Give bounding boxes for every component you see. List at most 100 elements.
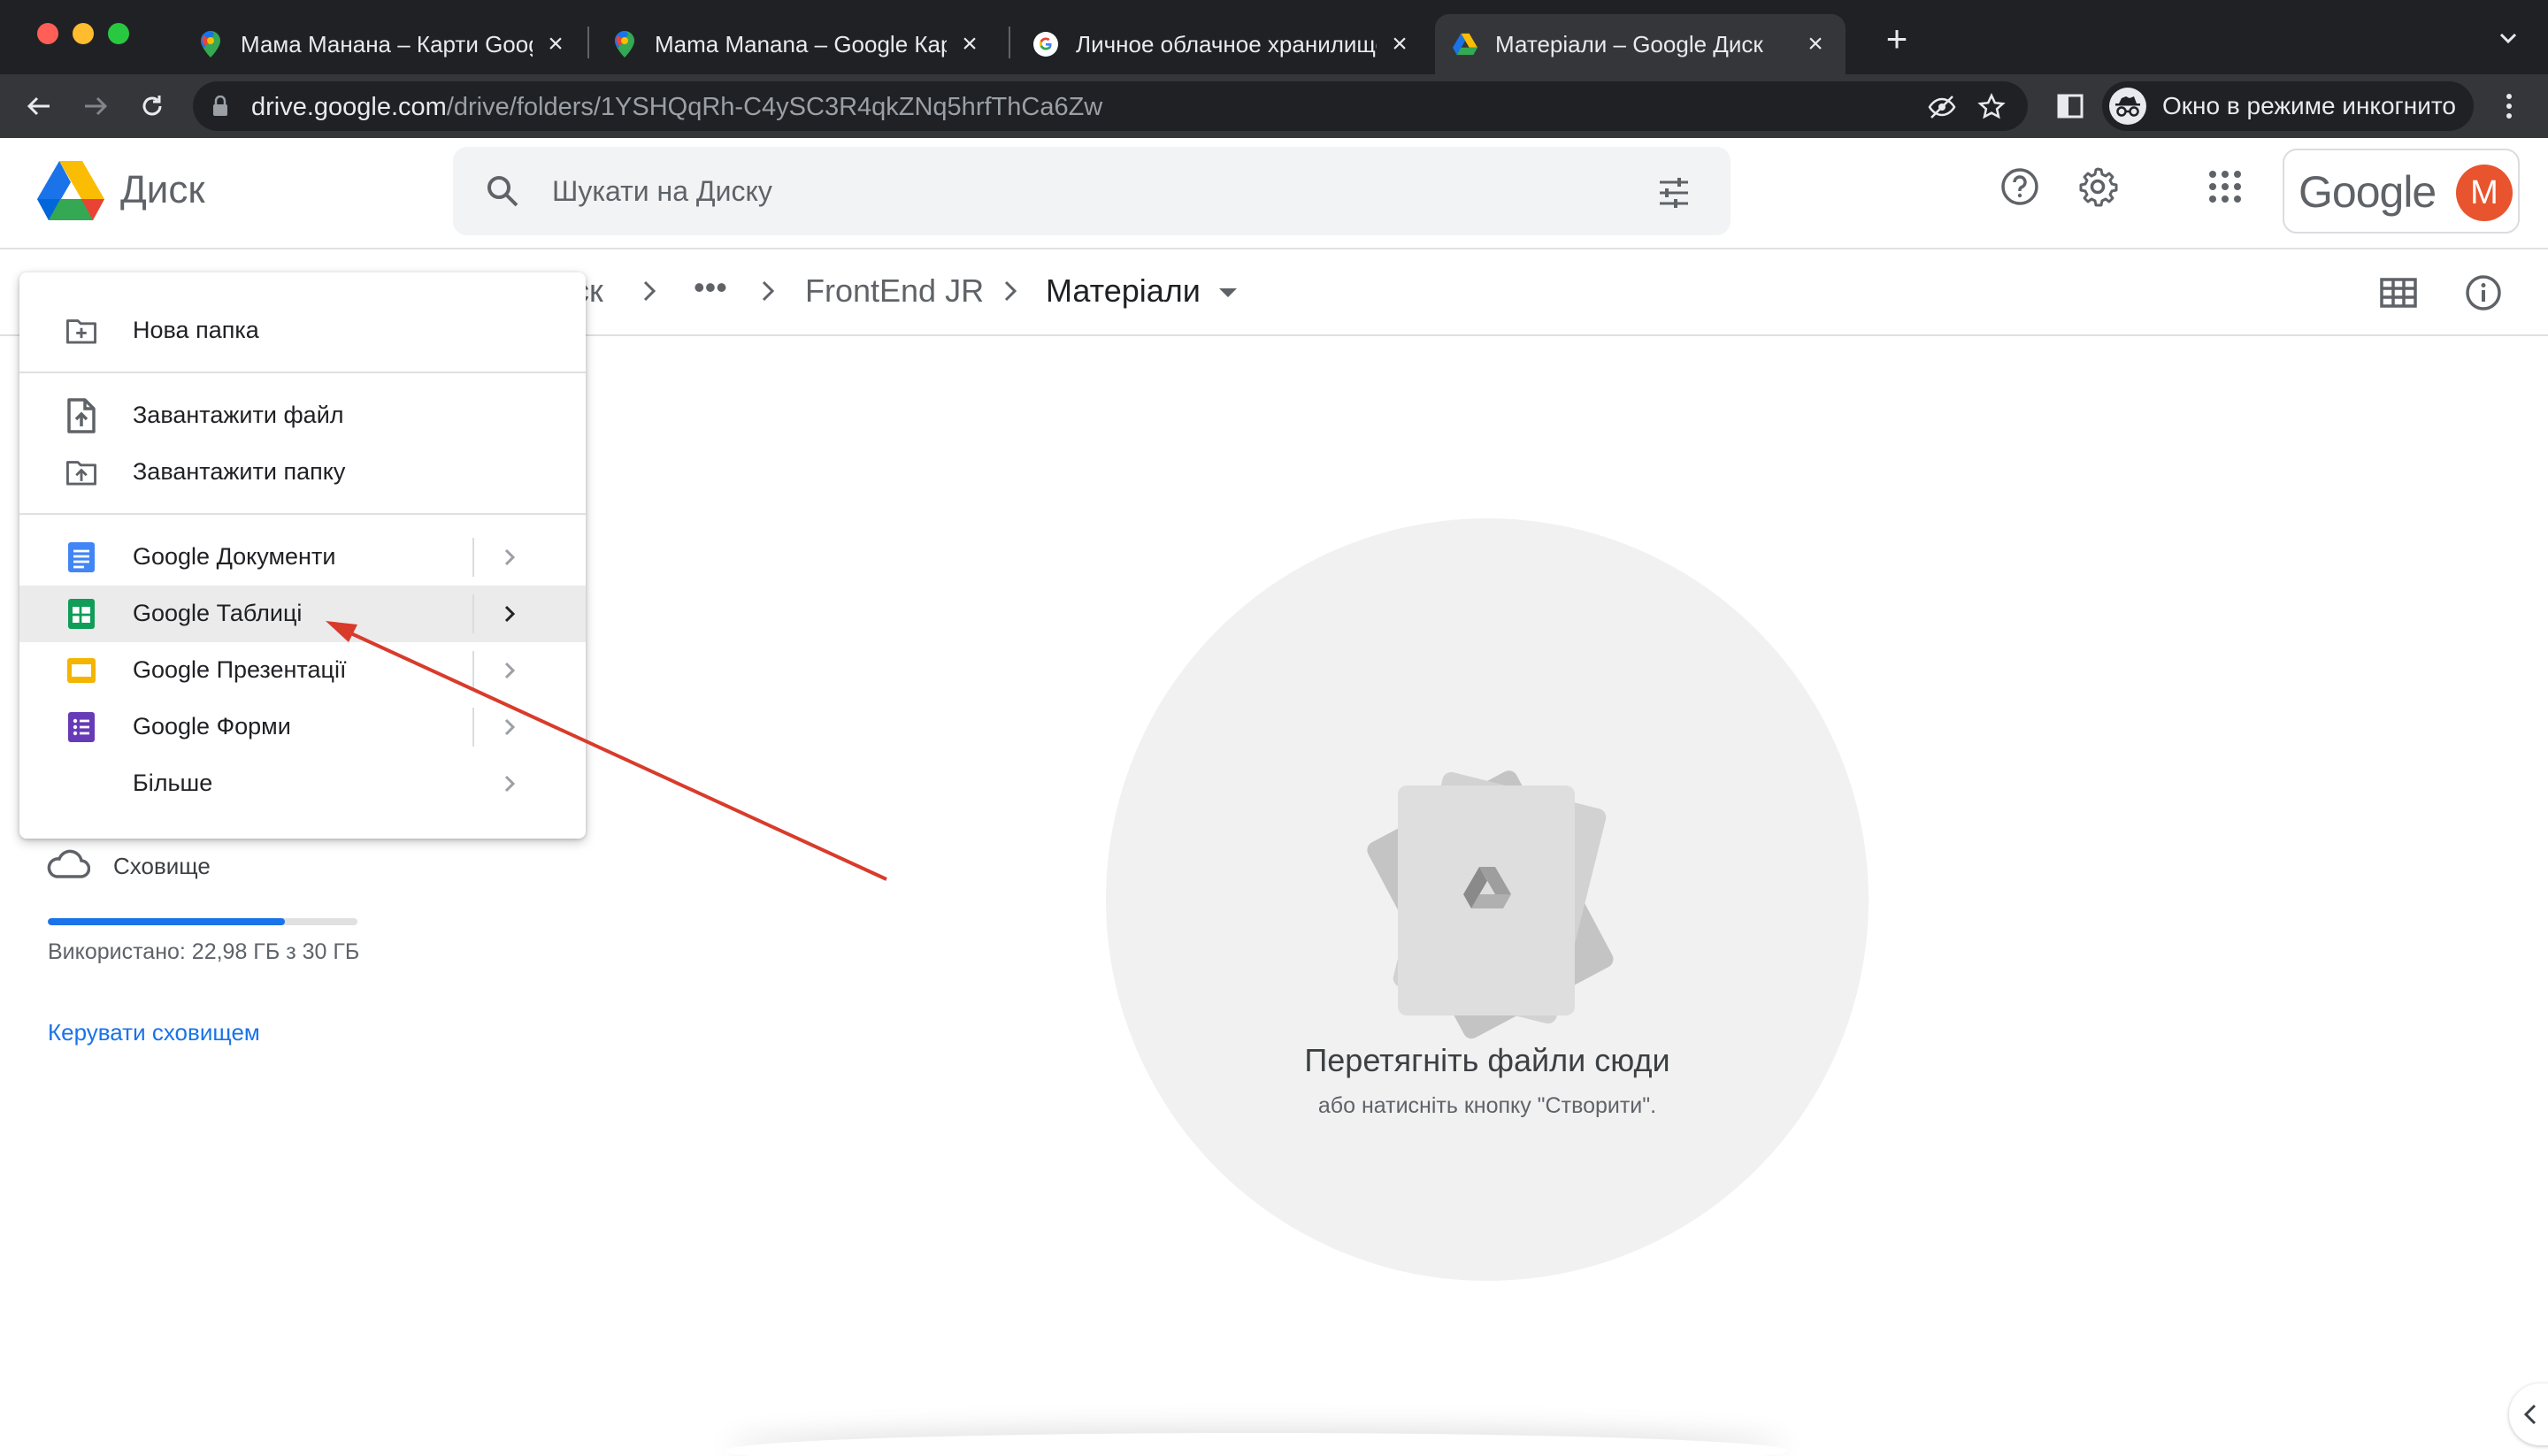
chevron-right-icon [501,715,518,744]
help-icon[interactable] [1998,165,2042,209]
tab-separator [1009,27,1010,58]
menu-item-label: Більше [133,770,213,796]
tab-close-icon[interactable]: × [957,31,982,57]
search-icon[interactable] [485,173,520,213]
chevron-right-icon [757,276,779,310]
tab-search-chevron-icon[interactable] [2495,25,2521,51]
slides-icon [65,655,97,686]
window-zoom-button[interactable] [108,23,129,44]
cloud-icon [46,849,91,884]
new-item-menu: Нова папка Завантажити файл Завантажити … [19,272,586,839]
settings-gear-icon[interactable] [2076,165,2120,209]
menu-item-google-slides[interactable]: Google Презентації [19,642,586,699]
drive-logo-icon[interactable] [37,161,104,221]
menu-item-more[interactable]: Більше [19,755,586,812]
browser-tab-strip: Мама Манана – Карти Google × Mama Manana… [0,0,2548,74]
google-logo: Google [2299,167,2437,217]
storage-used-text: Використано: 22,98 ГБ з 30 ГБ [48,939,360,964]
sheets-icon [65,598,97,630]
menu-item-google-forms[interactable]: Google Форми [19,699,586,755]
search-box [453,147,1731,235]
menu-item-label: Google Документи [133,543,336,570]
forward-button[interactable] [74,85,117,127]
menu-item-label: Google Форми [133,713,291,739]
tab-title: Матеріали – Google Диск [1495,30,1763,57]
browser-tab[interactable]: Личное облачное хранилище × [1016,14,1430,74]
tab-close-icon[interactable]: × [1803,31,1828,57]
side-panel-toggle[interactable] [2509,1383,2548,1445]
reload-button[interactable] [131,85,173,127]
google-g-icon [1033,32,1058,57]
breadcrumb-parent[interactable]: FrontEnd JR [805,272,984,310]
sidebar-item-storage[interactable]: Сховище [46,849,211,884]
file-upload-icon [65,398,97,433]
menu-item-upload-file[interactable]: Завантажити файл [19,387,586,444]
submenu-divider [472,708,474,747]
menu-item-label: Нова папка [133,317,259,343]
search-options-icon[interactable] [1656,175,1692,215]
empty-state-title: Перетягніть файли сюди [1304,1042,1670,1078]
browser-tab[interactable]: Mama Manana – Google Карты × [595,14,1000,74]
chevron-right-icon [1000,276,1021,310]
submenu-divider [472,538,474,577]
storage-label: Сховище [113,853,211,879]
chevron-right-icon [501,545,518,574]
bottom-panel-shadow [725,1433,1787,1456]
menu-item-google-docs[interactable]: Google Документи [19,529,586,586]
tab-title: Mama Manana – Google Карты [655,30,947,57]
maps-pin-icon [612,31,637,57]
incognito-icon [2109,88,2146,125]
new-folder-icon [65,315,97,347]
eye-slash-icon[interactable] [1927,92,1957,122]
grid-view-icon[interactable] [2376,271,2421,315]
breadcrumb-ellipsis[interactable]: ••• [694,269,727,306]
chevron-right-icon [501,771,518,801]
url-domain: drive.google.com [251,93,447,121]
tab-separator [587,27,589,58]
menu-item-label: Завантажити файл [133,402,344,428]
chevron-right-icon [501,602,518,631]
url-text[interactable]: drive.google.com/drive/folders/1YSHQqRh-… [251,93,1102,122]
browser-toolbar: drive.google.com/drive/folders/1YSHQqRh-… [0,74,2548,138]
tab-close-icon[interactable]: × [543,31,568,57]
menu-divider [19,372,586,373]
avatar[interactable]: M [2456,165,2513,221]
lock-icon[interactable] [212,95,228,121]
forms-icon [65,711,97,743]
info-icon[interactable] [2461,271,2506,315]
incognito-label: Окно в режиме инкогнито [2162,92,2456,119]
breadcrumb-current[interactable]: Матеріали [1046,272,1201,310]
drive-icon [1453,32,1477,57]
storage-progress-bar [48,918,357,925]
chevron-right-icon [639,276,660,310]
caret-down-icon[interactable] [1217,287,1239,303]
menu-item-new-folder[interactable]: Нова папка [19,303,586,359]
browser-tab-active[interactable]: Матеріали – Google Диск × [1435,14,1846,74]
manage-storage-link[interactable]: Керувати сховищем [48,1019,260,1046]
app-name[interactable]: Диск [120,168,205,212]
incognito-badge[interactable]: Окно в режиме инкогнито [2102,81,2474,131]
address-bar[interactable]: drive.google.com/drive/folders/1YSHQqRh-… [193,81,2028,131]
docs-icon [65,541,97,573]
tab-title: Личное облачное хранилище [1076,30,1377,57]
back-button[interactable] [18,85,60,127]
new-tab-button[interactable]: + [1881,20,1913,57]
bookmark-star-icon[interactable] [1976,92,2007,122]
empty-folder-illustration [1354,761,1619,1044]
window-close-button[interactable] [37,23,58,44]
account-button[interactable]: Google M [2283,149,2520,234]
side-panel-icon[interactable] [2054,90,2086,122]
url-path: /drive/folders/1YSHQqRh-C4ySC3R4qkZNq5hr… [446,93,1103,121]
menu-item-google-sheets[interactable]: Google Таблиці [19,586,586,642]
submenu-divider [472,594,474,633]
browser-menu-icon[interactable] [2500,90,2518,122]
menu-item-label: Завантажити папку [133,458,346,485]
window-minimize-button[interactable] [73,23,94,44]
tab-close-icon[interactable]: × [1387,31,1412,57]
menu-item-upload-folder[interactable]: Завантажити папку [19,444,586,501]
apps-grid-icon[interactable] [2203,165,2247,209]
chevron-right-icon [501,658,518,687]
search-input[interactable] [552,168,1525,214]
browser-tab[interactable]: Мама Манана – Карти Google × [180,14,586,74]
menu-divider [19,513,586,515]
